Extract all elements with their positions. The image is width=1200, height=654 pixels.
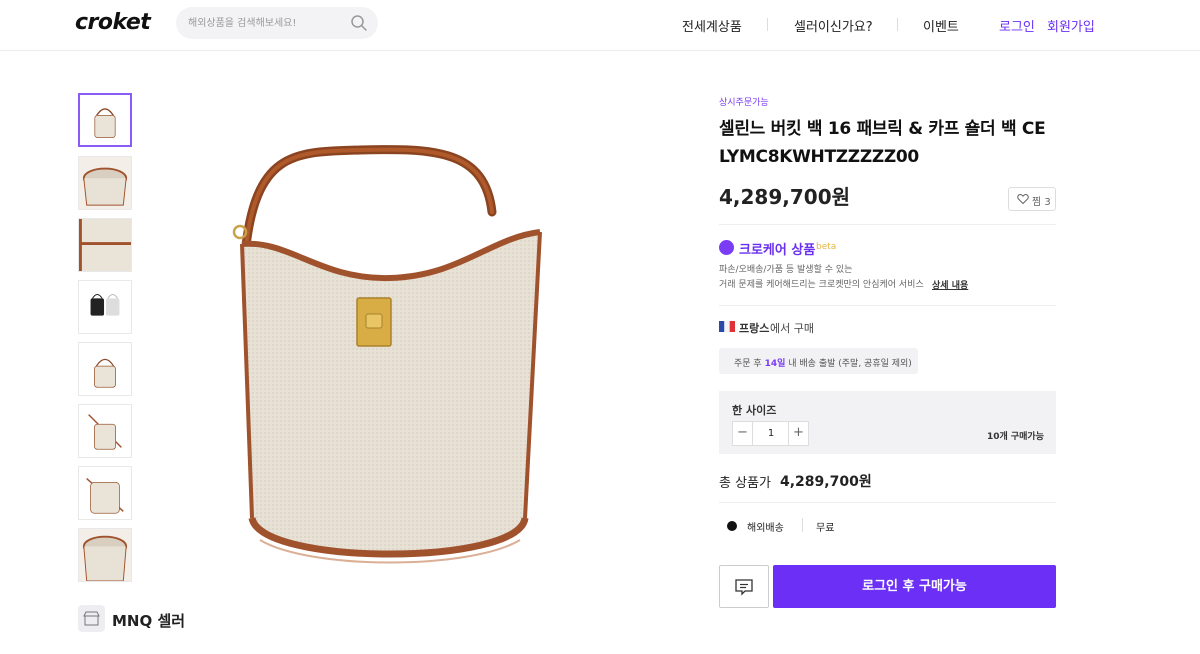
wishlist-button[interactable]: 찜 3 [1008, 187, 1056, 211]
beta-badge: beta [816, 242, 837, 252]
product-thumbnail[interactable] [78, 280, 132, 334]
shipping-radio[interactable] [727, 521, 737, 531]
shipping-fee: 무료 [816, 523, 835, 534]
increase-quantity-button[interactable]: + [788, 422, 808, 445]
login-link[interactable]: 로그인 [999, 16, 1035, 35]
seller-name[interactable]: MNQ 셀러 [112, 610, 185, 631]
divider [719, 502, 1056, 503]
nav-for-sellers[interactable]: 셀러이신가요? [794, 16, 873, 35]
total-price-value: 4,289,700원 [780, 474, 872, 490]
signup-link[interactable]: 회원가입 [1047, 16, 1095, 35]
search-input[interactable] [188, 13, 348, 33]
crocare-icon [719, 240, 734, 255]
crocare-title: 크로케어 상품 [739, 243, 816, 258]
decrease-quantity-button[interactable]: − [733, 422, 753, 445]
nav-divider [767, 18, 768, 31]
crocare-desc-line: 거래 문제를 케어해드리는 크로켓만의 안심케어 서비스 [719, 280, 924, 290]
ship-suffix: 내 배송 출발 (주말, 공휴일 제외) [788, 359, 912, 369]
crocare-desc-line: 파손/오배송/가품 등 발생할 수 있는 [719, 265, 853, 275]
stock-available: 10개 구매가능 [986, 432, 1044, 442]
product-thumbnail[interactable] [78, 342, 132, 396]
shipping-estimate: 주문 후 14일 내 배송 출발 (주말, 공휴일 제외) [719, 348, 918, 374]
product-thumbnail[interactable] [78, 528, 132, 582]
search-bar[interactable] [176, 7, 378, 39]
search-icon[interactable] [350, 14, 368, 32]
origin-country: 프랑스 [739, 322, 770, 335]
croket-logo[interactable]: croket [75, 10, 151, 35]
ship-days: 14일 [764, 359, 786, 369]
crocare-details-link[interactable]: 상세 내용 [932, 278, 968, 291]
ship-prefix: 주문 후 [734, 359, 762, 369]
product-price: 4,289,700원 [719, 185, 851, 209]
order-available-badge: 상시주문가능 [719, 98, 769, 108]
shipping-method: 해외배송 [747, 523, 784, 534]
option-selector: 한 사이즈 − 1 + 10개 구매가능 [719, 391, 1056, 454]
product-title: 셀린느 버킷 백 16 패브릭 & 카프 숄더 백 CE LYMC8KWHTZZ… [719, 119, 1046, 167]
top-header: croket 전세계상품 셀러이신가요? 이벤트 로그인 회원가입 [0, 0, 1200, 51]
chat-button[interactable] [719, 565, 769, 608]
quantity-value[interactable]: 1 [754, 422, 788, 445]
divider [719, 224, 1056, 225]
product-thumbnail[interactable] [78, 156, 132, 210]
product-thumbnail[interactable] [78, 466, 132, 520]
product-main-image [232, 145, 542, 564]
nav-divider [897, 18, 898, 31]
divider [719, 305, 1056, 306]
store-icon [78, 605, 105, 632]
wishlist-count: 찜 3 [1032, 197, 1051, 208]
quantity-stepper[interactable]: − 1 + [732, 421, 809, 446]
buy-button[interactable]: 로그인 후 구매가능 [773, 565, 1056, 608]
france-flag-icon [719, 321, 735, 332]
product-thumbnail[interactable] [78, 218, 132, 272]
divider [802, 518, 803, 532]
origin-suffix: 에서 구매 [770, 322, 814, 335]
total-price-label: 총 상품가 [719, 476, 771, 491]
product-thumbnail[interactable] [78, 404, 132, 458]
nav-global-products[interactable]: 전세계상품 [682, 16, 742, 35]
nav-events[interactable]: 이벤트 [923, 16, 959, 35]
product-thumbnail[interactable] [78, 93, 132, 147]
crocare-description: 파손/오배송/가품 등 발생할 수 있는 거래 문제를 케어해드리는 크로켓만의… [719, 263, 924, 293]
chat-icon [735, 579, 753, 596]
option-label: 한 사이즈 [732, 404, 777, 417]
heart-icon [1017, 193, 1029, 205]
